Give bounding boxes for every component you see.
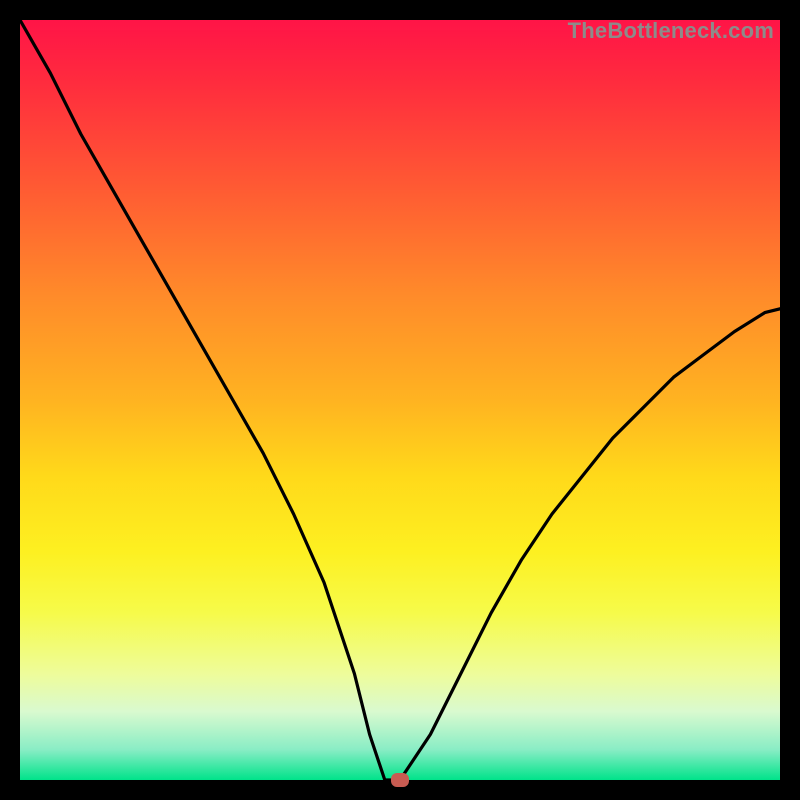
curve-path (20, 20, 780, 780)
chart-frame: TheBottleneck.com (0, 0, 800, 800)
optimum-marker (391, 773, 409, 787)
plot-area: TheBottleneck.com (20, 20, 780, 780)
bottleneck-curve (20, 20, 780, 780)
